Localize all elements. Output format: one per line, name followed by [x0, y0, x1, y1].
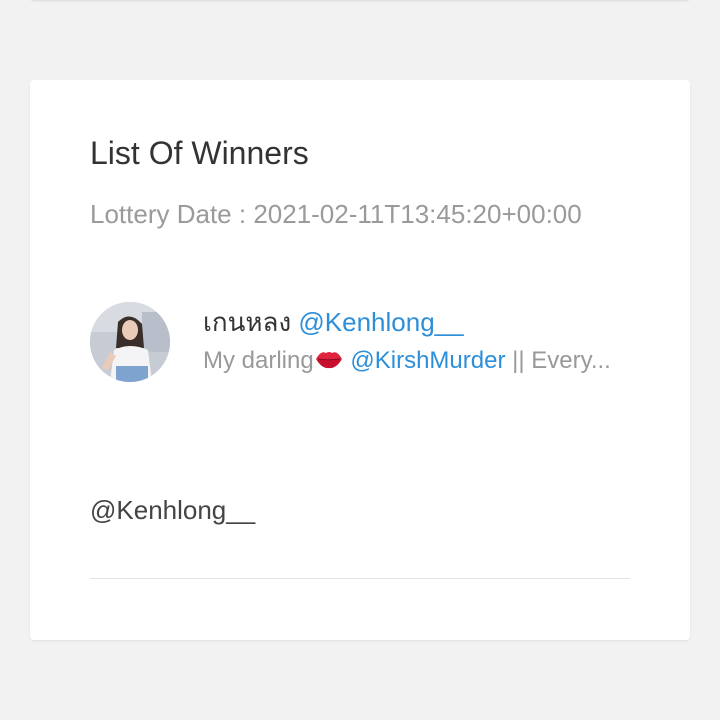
- winner-info: เกนหลง @Kenhlong__ My darling @KirshMurd…: [203, 302, 630, 380]
- divider: [90, 578, 630, 579]
- bio-suffix: || Every...: [512, 347, 611, 374]
- winner-handle-link[interactable]: @Kenhlong__: [298, 307, 463, 337]
- lottery-date-label: Lottery Date :: [90, 199, 247, 229]
- avatar[interactable]: [90, 302, 170, 382]
- lottery-date: Lottery Date : 2021-02-11T13:45:20+00:00: [90, 198, 582, 230]
- winner-handle-text: @Kenhlong__: [90, 495, 256, 525]
- winner-bio: My darling @KirshMurder || Every...: [203, 345, 630, 380]
- winner-name-line: เกนหลง @Kenhlong__: [203, 302, 630, 342]
- winner-list-item[interactable]: เกนหลง @Kenhlong__ My darling @KirshMurd…: [90, 302, 630, 384]
- avatar-image: [90, 302, 170, 382]
- lottery-date-value: 2021-02-11T13:45:20+00:00: [253, 199, 582, 229]
- winners-card: List Of Winners Lottery Date : 2021-02-1…: [30, 80, 690, 640]
- winner-display-name: เกนหลง: [203, 307, 292, 337]
- page-title: List Of Winners: [90, 135, 309, 171]
- bio-text: My darling: [203, 347, 314, 374]
- kiss-mark-icon: [314, 347, 344, 380]
- bio-mention-link[interactable]: @KirshMurder: [350, 347, 505, 374]
